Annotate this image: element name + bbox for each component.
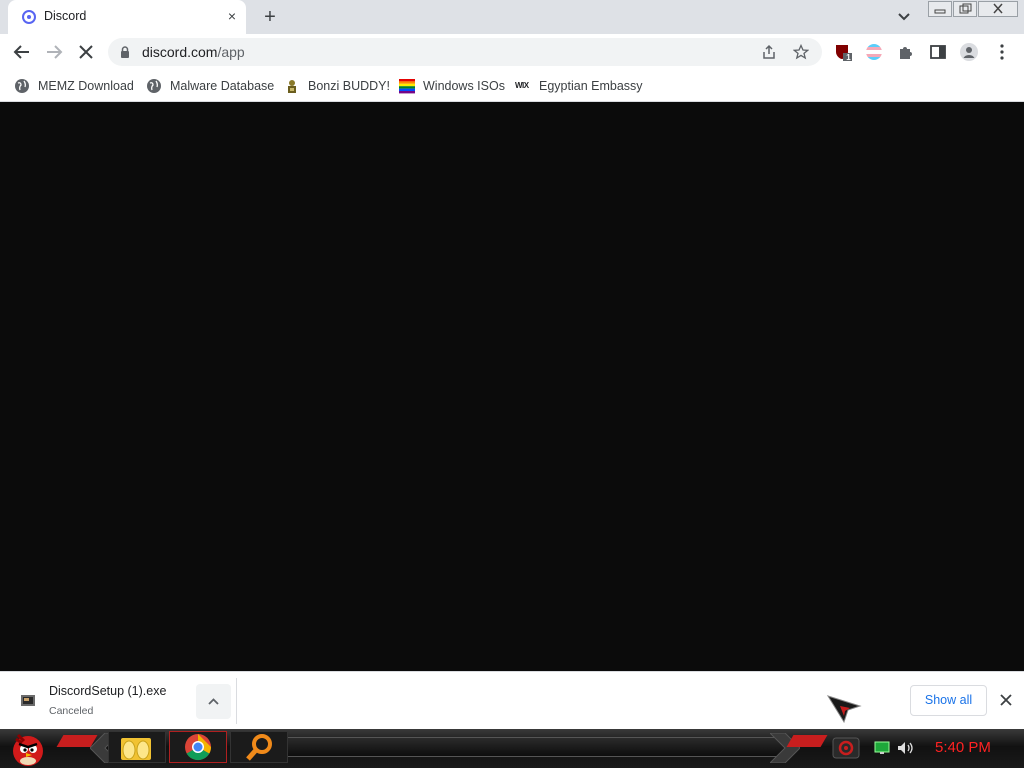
restore-icon	[959, 3, 972, 14]
tab-search-chevron-icon[interactable]	[895, 8, 913, 26]
minimize-icon	[934, 9, 946, 14]
globe-icon	[147, 79, 161, 93]
back-arrow-icon[interactable]	[8, 38, 36, 66]
bookmark-label: Bonzi BUDDY!	[308, 79, 390, 93]
tray-network-icon[interactable]	[874, 741, 890, 755]
close-download-bar-icon[interactable]	[996, 690, 1016, 710]
address-bar[interactable]: discord.com/app	[108, 38, 822, 66]
extensions-puzzle-icon[interactable]	[897, 43, 915, 61]
download-status: Canceled	[49, 705, 94, 717]
share-icon[interactable]	[761, 44, 777, 60]
url-text[interactable]: discord.com/app	[142, 44, 245, 60]
bookmark-label: Malware Database	[170, 79, 275, 93]
url-path: /app	[217, 44, 245, 60]
tab-title: Discord	[44, 9, 87, 23]
tab-strip: Discord × +	[0, 0, 1024, 34]
minimize-button[interactable]	[928, 1, 952, 17]
forward-arrow-icon[interactable]	[40, 38, 68, 66]
download-filename[interactable]: DiscordSetup (1).exe	[49, 684, 166, 698]
close-icon	[993, 3, 1003, 14]
bookmark-bonzi-buddy[interactable]: Bonzi BUDDY!	[284, 76, 390, 96]
taskbar-chrome-button[interactable]	[169, 731, 227, 763]
trans-flag-extension-icon[interactable]	[865, 43, 883, 61]
rainbow-flag-icon	[399, 79, 415, 94]
download-options-button[interactable]	[196, 684, 231, 719]
bookmark-label: Egyptian Embassy	[539, 79, 643, 93]
url-host: discord.com	[142, 44, 218, 60]
page-content[interactable]	[0, 103, 1024, 671]
bookmark-label: Windows ISOs	[423, 79, 505, 93]
tab-discord[interactable]: Discord ×	[8, 0, 246, 34]
restore-button[interactable]	[953, 1, 977, 17]
tray-security-icon[interactable]	[832, 737, 860, 759]
bonzi-icon	[288, 80, 296, 93]
taskbar-track	[288, 737, 788, 757]
bookmark-windows-isos[interactable]: Windows ISOs	[399, 76, 505, 96]
download-bar: DiscordSetup (1).exe Canceled Show all	[0, 671, 1024, 729]
browser-toolbar: discord.com/app 1	[0, 34, 1024, 70]
start-button-angry-bird-icon[interactable]	[8, 729, 48, 768]
taskbar: 5:40 PM	[0, 729, 1024, 768]
bookmark-star-icon[interactable]	[793, 44, 809, 60]
bookmark-egyptian-embassy[interactable]: WIX Egyptian Embassy	[515, 76, 643, 96]
download-separator	[236, 678, 237, 724]
globe-icon	[15, 79, 29, 93]
new-tab-button[interactable]: +	[259, 6, 281, 28]
extension-badge: 1	[846, 53, 851, 62]
side-panel-icon[interactable]	[929, 43, 947, 61]
show-all-button[interactable]: Show all	[910, 685, 987, 716]
bookmarks-bar: MEMZ Download Malware Database Bonzi BUD…	[0, 70, 1024, 102]
taskbar-red-fin-right	[786, 735, 828, 747]
tray-volume-icon[interactable]	[897, 741, 915, 755]
close-window-button[interactable]	[978, 1, 1018, 17]
exe-file-icon[interactable]	[20, 692, 36, 708]
explorer-icon	[121, 738, 151, 760]
mouse-cursor-icon	[826, 695, 862, 724]
lock-icon[interactable]	[120, 46, 130, 58]
stop-loading-icon[interactable]	[72, 38, 100, 66]
discord-favicon-icon	[22, 10, 36, 24]
chevron-up-icon	[208, 698, 219, 705]
tab-close-icon[interactable]: ×	[224, 8, 240, 24]
menu-kebab-icon[interactable]	[993, 43, 1011, 61]
taskbar-search-button[interactable]	[230, 731, 288, 763]
bookmark-malware-database[interactable]: Malware Database	[146, 76, 274, 96]
taskbar-explorer-button[interactable]	[108, 731, 166, 763]
profile-avatar-icon[interactable]	[960, 43, 978, 61]
wix-icon: WIX	[515, 81, 529, 90]
taskbar-clock[interactable]: 5:40 PM	[935, 739, 991, 756]
chrome-icon	[185, 734, 212, 761]
search-icon	[246, 734, 272, 761]
bookmark-label: MEMZ Download	[38, 79, 134, 93]
bookmark-memz-download[interactable]: MEMZ Download	[14, 76, 134, 96]
